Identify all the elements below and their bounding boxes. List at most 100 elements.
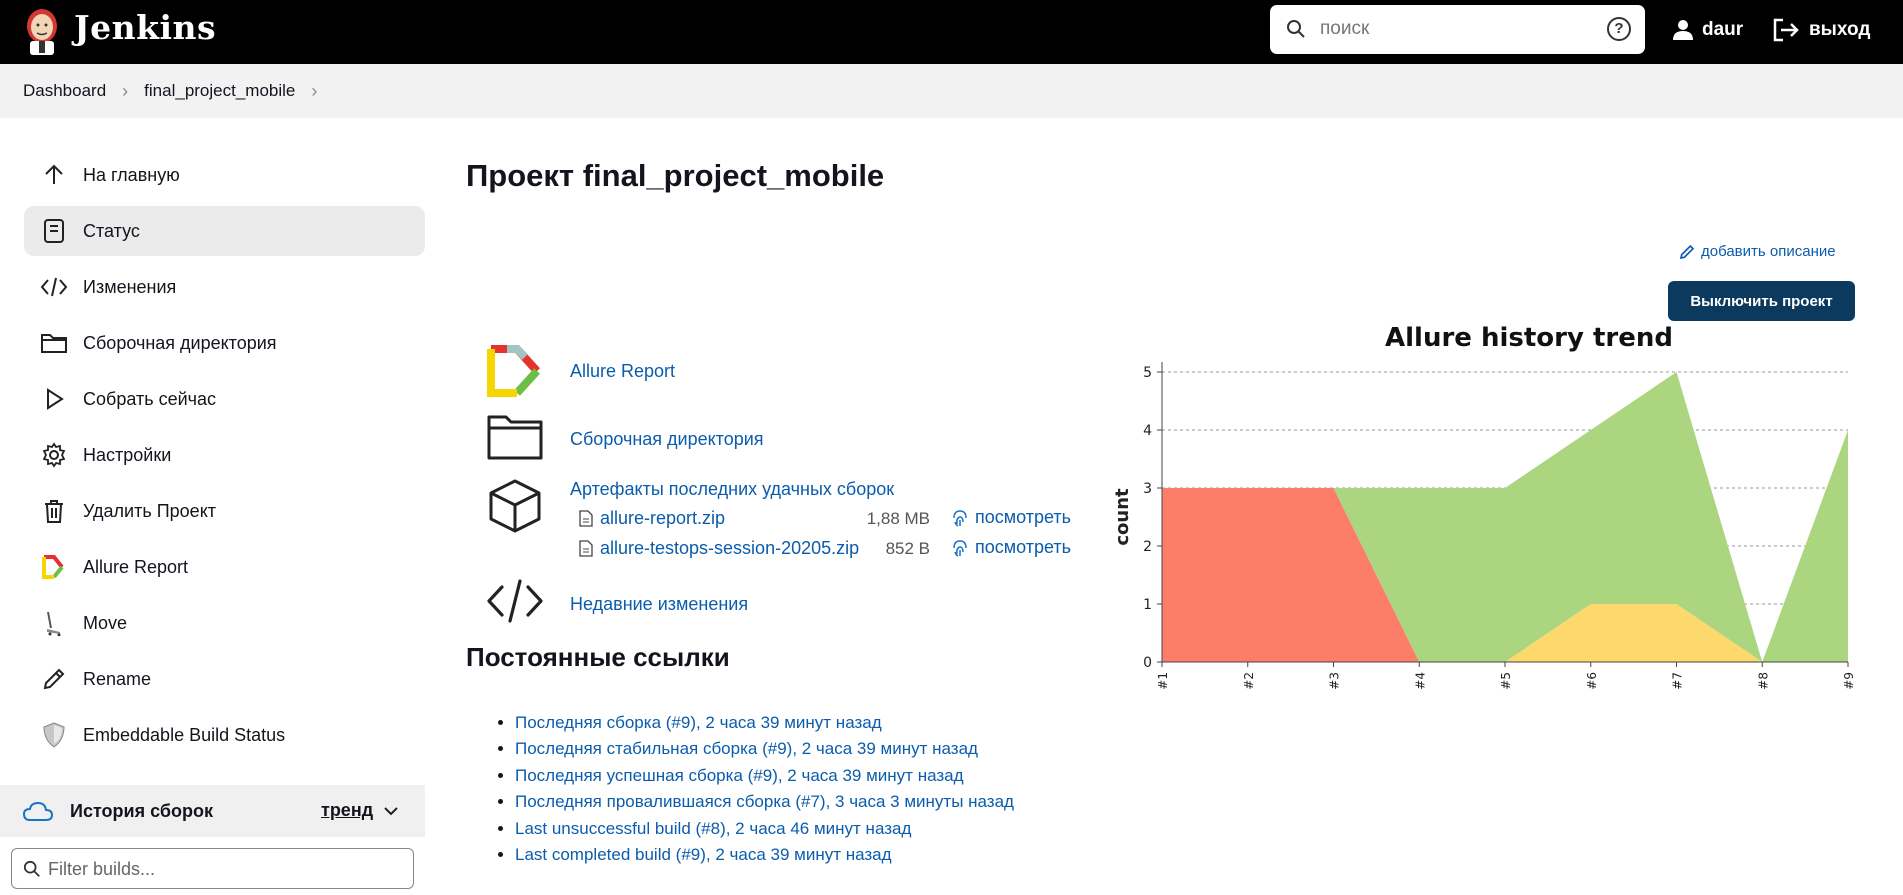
breadcrumb-chevron-icon[interactable]: ›	[311, 81, 317, 102]
artifacts-link[interactable]: Артефакты последних удачных сборок	[570, 479, 894, 500]
sidebar-item-label: Сборочная директория	[83, 332, 277, 353]
trend-link[interactable]: тренд	[321, 800, 373, 821]
logout-icon	[1773, 18, 1799, 42]
page-title: Проект final_project_mobile	[466, 158, 885, 193]
folder-icon	[40, 329, 68, 357]
play-icon	[40, 385, 68, 413]
list-item: Последняя стабильная сборка (#9), 2 часа…	[515, 736, 1014, 762]
x-tick-label: #8	[1756, 672, 1770, 690]
artifact-link[interactable]: allure-testops-session-20205.zip	[600, 538, 859, 559]
breadcrumb-project[interactable]: final_project_mobile	[144, 81, 295, 101]
view-artifact-link[interactable]: посмотреть	[951, 507, 1071, 528]
add-description-link[interactable]: добавить описание	[1679, 243, 1836, 260]
artifact-link[interactable]: allure-report.zip	[600, 508, 725, 529]
sidebar-item-workspace[interactable]: Сборочная директория	[24, 318, 425, 368]
breadcrumb: Dashboard › final_project_mobile ›	[0, 64, 1903, 118]
permalink[interactable]: Последняя стабильная сборка (#9), 2 часа…	[515, 739, 978, 758]
list-item: Last completed build (#9), 2 часа 39 мин…	[515, 842, 1014, 868]
permalink[interactable]: Последняя сборка (#9), 2 часа 39 минут н…	[515, 713, 882, 732]
add-description-label: добавить описание	[1701, 243, 1836, 260]
y-tick-label: 3	[1143, 481, 1152, 497]
allure-report-link[interactable]: Allure Report	[570, 361, 675, 382]
sidebar-item-build-now[interactable]: Собрать сейчас	[24, 374, 425, 424]
y-axis-label: count	[1112, 488, 1133, 546]
gear-icon	[40, 441, 68, 469]
sidebar-item-settings[interactable]: Настройки	[24, 430, 425, 480]
y-tick-label: 0	[1143, 655, 1152, 671]
build-history-title: История сборок	[70, 800, 213, 821]
cloud-icon	[22, 801, 54, 821]
fingerprint-icon	[953, 509, 967, 527]
chevron-down-icon[interactable]	[381, 801, 401, 821]
filter-builds-box	[11, 848, 414, 889]
x-tick-label: #9	[1842, 672, 1856, 690]
search-input[interactable]	[1320, 13, 1590, 45]
sidebar-item-delete[interactable]: Удалить Проект	[24, 486, 425, 536]
artifact-size: 852 B	[885, 539, 930, 558]
sidebar-item-label: Собрать сейчас	[83, 388, 217, 409]
user-icon	[1673, 20, 1693, 40]
sidebar-item-rename[interactable]: Rename	[24, 654, 425, 704]
search-box: ?	[1270, 5, 1645, 54]
view-artifact-link[interactable]: посмотреть	[951, 537, 1071, 558]
jenkins-brand[interactable]: Jenkins	[74, 8, 216, 47]
sidebar-item-allure[interactable]: Allure Report	[24, 542, 425, 592]
y-tick-label: 5	[1143, 365, 1152, 381]
allure-icon	[40, 553, 68, 581]
list-item: Последняя сборка (#9), 2 часа 39 минут н…	[515, 710, 1014, 736]
y-tick-label: 1	[1143, 597, 1152, 613]
code-icon	[40, 273, 68, 301]
move-icon	[40, 609, 68, 637]
search-icon	[23, 860, 40, 877]
sidebar-item-label: На главную	[83, 164, 180, 185]
breadcrumb-dashboard[interactable]: Dashboard	[23, 81, 106, 101]
permalinks-list: Последняя сборка (#9), 2 часа 39 минут н…	[515, 710, 1014, 868]
user-link[interactable]: daur	[1672, 16, 1743, 44]
sidebar-item-label: Embeddable Build Status	[83, 724, 286, 745]
x-tick-label: #6	[1585, 672, 1599, 690]
artifact-row: allure-report.zip	[579, 508, 725, 529]
permalink[interactable]: Last completed build (#9), 2 часа 39 мин…	[515, 845, 892, 864]
sidebar-item-move[interactable]: Move	[24, 598, 425, 648]
x-tick-label: #5	[1499, 672, 1513, 690]
y-tick-label: 4	[1143, 423, 1152, 439]
x-tick-label: #2	[1242, 672, 1256, 690]
trash-icon	[40, 497, 68, 525]
sidebar-item-label: Удалить Проект	[83, 500, 217, 521]
folder-icon	[486, 408, 544, 466]
code-icon	[486, 572, 544, 630]
sidebar-item-changes[interactable]: Изменения	[24, 262, 425, 312]
sidebar: На главную Статус Изменения Сборочная ди…	[24, 150, 425, 766]
view-artifact-label: посмотреть	[975, 507, 1072, 527]
list-item: Last unsuccessful build (#8), 2 часа 46 …	[515, 816, 1014, 842]
jenkins-logo-icon[interactable]	[22, 4, 62, 56]
arrow-up-icon	[40, 161, 68, 189]
package-icon	[486, 477, 544, 535]
logout-link[interactable]: выход	[1773, 16, 1870, 44]
x-tick-label: #3	[1328, 672, 1342, 690]
sidebar-item-label: Настройки	[83, 444, 172, 465]
list-item: Последняя провалившаяся сборка (#7), 3 ч…	[515, 789, 1014, 815]
filter-builds-input[interactable]	[48, 857, 398, 881]
permalink[interactable]: Last unsuccessful build (#8), 2 часа 46 …	[515, 819, 911, 838]
top-header: Jenkins ? daur выход	[0, 0, 1903, 64]
sidebar-item-label: Allure Report	[83, 556, 189, 577]
sidebar-item-embeddable-status[interactable]: Embeddable Build Status	[24, 710, 425, 760]
sidebar-item-label: Изменения	[83, 276, 177, 297]
pencil-icon	[1679, 244, 1695, 259]
sidebar-item-label: Статус	[83, 220, 140, 241]
sidebar-item-status[interactable]: Статус	[24, 206, 425, 256]
search-icon	[1287, 20, 1305, 38]
recent-changes-link[interactable]: Недавние изменения	[570, 594, 748, 615]
permalink[interactable]: Последняя провалившаяся сборка (#7), 3 ч…	[515, 792, 1014, 811]
breadcrumb-separator-icon: ›	[122, 80, 129, 101]
x-tick-label: #7	[1671, 672, 1685, 690]
allure-history-trend-chart[interactable]: Allure history trend 0 1 2 3 4 5 #1 #2 #3 #4 #5 #6 #7…	[1110, 312, 1866, 712]
list-item: Последняя успешная сборка (#9), 2 часа 3…	[515, 763, 1014, 789]
workspace-link[interactable]: Сборочная директория	[570, 429, 764, 450]
sidebar-item-home[interactable]: На главную	[24, 150, 425, 200]
document-icon	[40, 217, 68, 245]
permalink[interactable]: Последняя успешная сборка (#9), 2 часа 3…	[515, 766, 964, 785]
help-icon[interactable]: ?	[1607, 17, 1631, 41]
sidebar-item-label: Rename	[83, 668, 152, 689]
